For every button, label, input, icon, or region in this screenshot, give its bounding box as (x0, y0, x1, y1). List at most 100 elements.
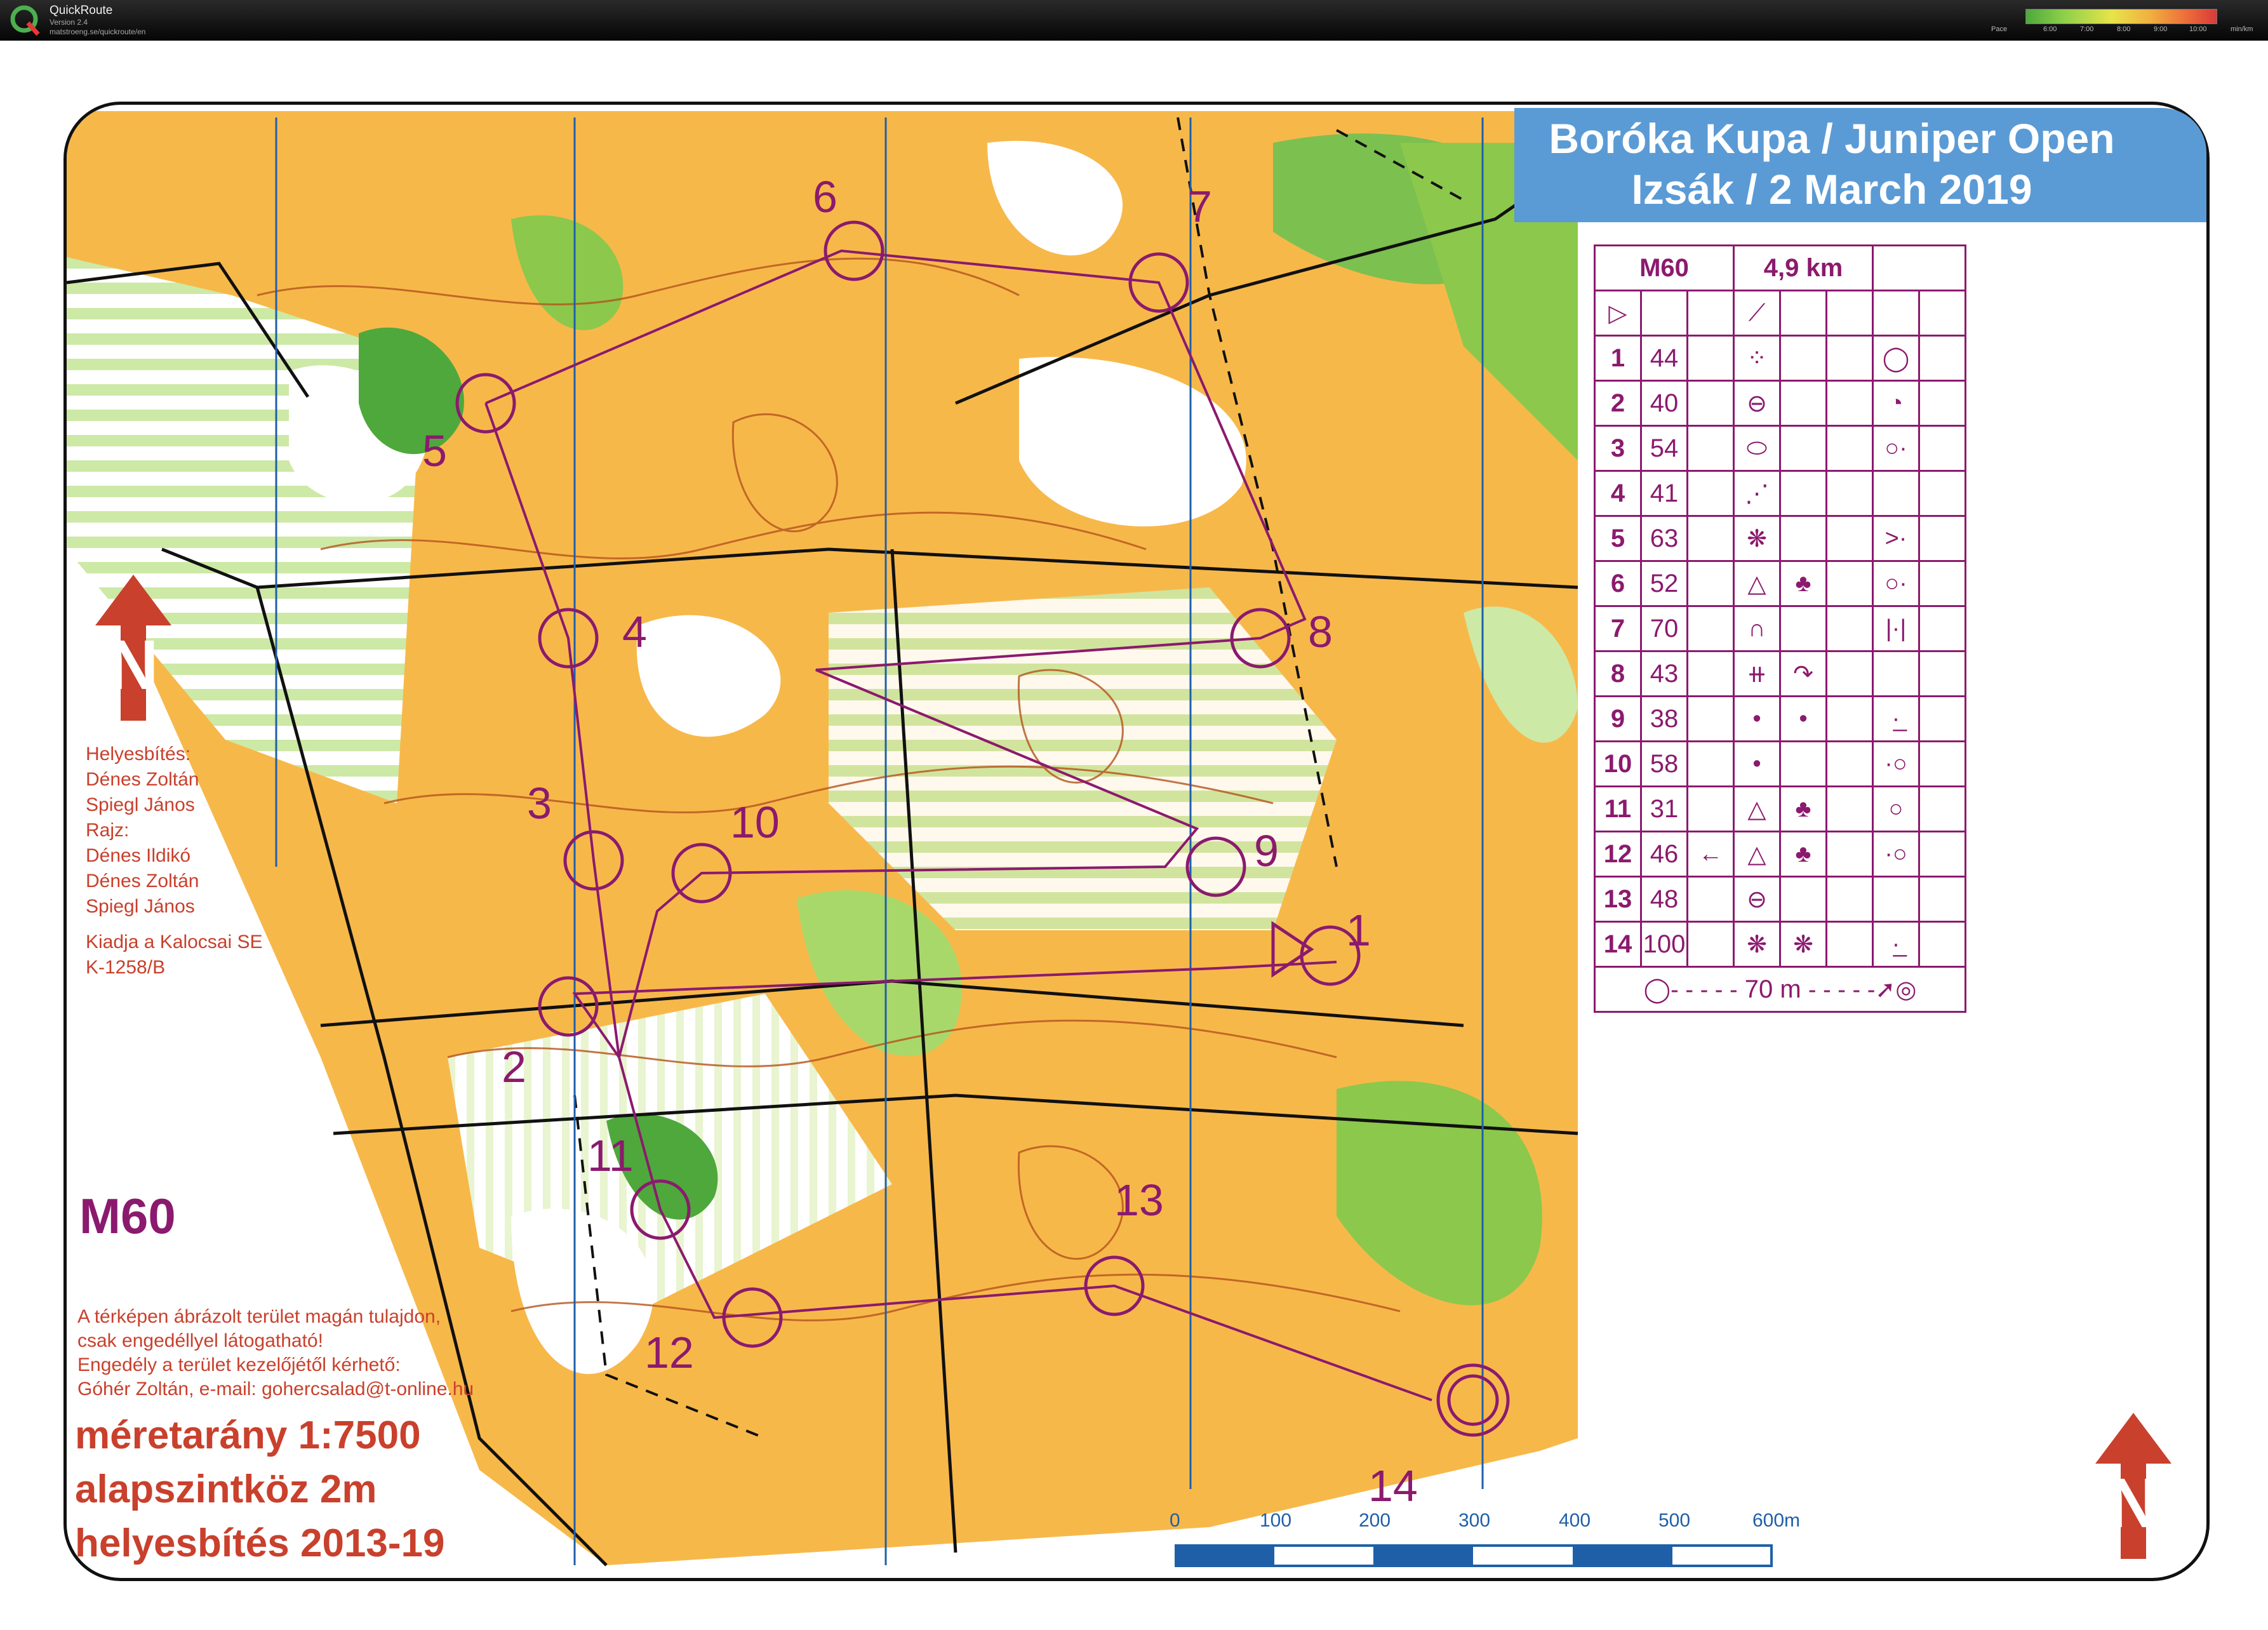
north-side-icon: ○ (1872, 785, 1920, 832)
pace-tick: 8:00 (2117, 25, 2131, 33)
description-length: 4,9 km (1733, 244, 1874, 291)
private-land-notice: A térképen ábrázolt terület magán tulajd… (77, 1305, 474, 1401)
scale-bar (1175, 1544, 1773, 1567)
control-number-8: 8 (1308, 607, 1333, 657)
app-url: matstroeng.se/quickroute/en (50, 27, 146, 36)
thicket-icon: ❋ (1733, 515, 1781, 562)
table-row: 7 70 ∩ |·| (1594, 605, 1966, 652)
elongated-knoll-icon: ⬭ (1733, 425, 1781, 472)
between-icon: |·| (1872, 605, 1920, 652)
knoll-icon: ⊖ (1733, 380, 1781, 427)
table-row: 5 63 ❋ >· (1594, 515, 1966, 562)
control-number-9: 9 (1254, 826, 1279, 876)
path-end-icon: ⟋ (1733, 290, 1781, 337)
table-row: 8 43 ⧺ ↷ (1594, 650, 1966, 697)
boulder-icon: • (1733, 740, 1781, 787)
start-triangle-icon: ▷ (1594, 290, 1642, 337)
control-number-1: 1 (1346, 905, 1371, 955)
contour-interval-text: alapszintköz 2m (75, 1467, 377, 1511)
credit-spacer (86, 919, 263, 930)
deciduous-tree-icon: ♣ (1779, 560, 1827, 607)
scale-label: 200 (1359, 1510, 1391, 1531)
map-scale-text: méretarány 1:7500 (75, 1413, 421, 1457)
table-row: ◯- - - - - 70 m - - - - -➚◎ (1594, 966, 1966, 1013)
table-row: ▷ ⟋ (1594, 290, 1966, 337)
east-side-icon: ○· (1872, 425, 1920, 472)
west-arrow-icon: ← (1686, 831, 1735, 878)
between-objects-icon: ·̲ (1872, 695, 1920, 742)
conifer-icon: △ (1733, 560, 1781, 607)
spur-icon: ∩ (1733, 605, 1781, 652)
table-row: 11 31 △ ♣ ○ (1594, 785, 1966, 832)
app-name: QuickRoute (50, 4, 113, 17)
finish-start-circle-icon: ◯- - - - - (1643, 976, 1738, 1003)
control-number-13: 13 (1114, 1175, 1164, 1225)
knoll-icon: ⊖ (1733, 876, 1781, 923)
notice-line: Engedély a terület kezelőjétől kérhető: (77, 1354, 401, 1375)
north-arrow-icon: N (95, 575, 171, 721)
pace-label: Pace (1991, 25, 2008, 33)
quickroute-logo-icon (10, 5, 40, 36)
credit-line: Rajz: (86, 820, 130, 841)
control-number-11: 11 (587, 1131, 634, 1180)
thicket-icon: ❋ (1733, 921, 1781, 968)
control-number-5: 5 (422, 426, 447, 476)
finish-circle-icon: - - - - -➚◎ (1808, 976, 1917, 1003)
finish-description: ◯- - - - - 70 m - - - - -➚◎ (1594, 966, 1966, 1013)
corner-icon: >· (1872, 515, 1920, 562)
between-objects-icon: ·̲ (1872, 921, 1920, 968)
table-row: 3 54 ⬭ ○· (1594, 425, 1966, 472)
deciduous-tree-icon: ♣ (1779, 785, 1827, 832)
svg-text:N: N (108, 626, 158, 704)
control-number-12: 12 (644, 1328, 694, 1377)
scale-label: 400 (1559, 1510, 1591, 1531)
depression-icon: ⁘ (1733, 335, 1781, 382)
fence-icon: ⧺ (1733, 650, 1781, 697)
east-side-icon: ○· (1872, 560, 1920, 607)
finish-distance: 70 m (1744, 975, 1801, 1003)
description-class: M60 (1594, 244, 1735, 291)
notice-line: A térképen ábrázolt terület magán tulajd… (77, 1306, 441, 1327)
control-number-7: 7 (1187, 182, 1212, 231)
scale-label: 0 (1170, 1510, 1180, 1531)
notice-line: Góhér Zoltán, e-mail: gohercsalad@t-onli… (77, 1379, 474, 1400)
pace-tick: 9:00 (2154, 25, 2168, 33)
pace-tick: 7:00 (2080, 25, 2094, 33)
credit-line: Spiegl János (86, 794, 195, 815)
west-side-icon: ·○ (1872, 740, 1920, 787)
control-number-3: 3 (527, 778, 552, 828)
update-years-text: helyesbítés 2013-19 (75, 1521, 445, 1565)
class-name: M60 (79, 1188, 176, 1244)
ditch-icon: ⋰ (1733, 470, 1781, 517)
scale-label: 500 (1658, 1510, 1691, 1531)
credit-line: Dénes Zoltán (86, 871, 199, 892)
scale-label: 300 (1458, 1510, 1491, 1531)
notice-line: csak engedéllyel látogatható! (77, 1330, 323, 1351)
event-header: Boróka Kupa / Juniper Open Izsák / 2 Mar… (1514, 108, 2206, 222)
boulder-icon: • (1779, 695, 1827, 742)
control-number-10: 10 (730, 798, 780, 847)
deciduous-tree-icon: ♣ (1779, 831, 1827, 878)
table-row: 14 100 ❋ ❋ ·̲ (1594, 921, 1966, 968)
pace-tick: 10:00 (2189, 25, 2207, 33)
side-icon: ◔ (1872, 380, 1920, 427)
conifer-icon: △ (1733, 785, 1781, 832)
scale-label: 100 (1260, 1510, 1292, 1531)
event-title: Boróka Kupa / Juniper Open (1549, 115, 2115, 162)
app-titlebar: QuickRoute Version 2.4 matstroeng.se/qui… (0, 0, 2268, 41)
table-row: 2 40 ⊖ ◔ (1594, 380, 1966, 427)
credit-line: Helyesbítés: (86, 744, 191, 765)
foot-icon: ◯ (1872, 335, 1920, 382)
bend-icon: ↷ (1779, 650, 1827, 697)
control-number-14: 14 (1368, 1461, 1418, 1511)
boulder-icon: • (1733, 695, 1781, 742)
table-row: 1 44 ⁘ ◯ (1594, 335, 1966, 382)
control-description-table: M60 4,9 km ▷ ⟋ 1 44 ⁘ ◯ 2 40 ⊖ ◔ 3 54 ⬭ ○· … (1594, 244, 1966, 1013)
table-row: 10 58 • ·○ (1594, 740, 1966, 787)
credit-line: Dénes Zoltán (86, 769, 199, 790)
conifer-icon: △ (1733, 831, 1781, 878)
thicket-icon: ❋ (1779, 921, 1827, 968)
pace-color-scale[interactable] (2025, 9, 2217, 24)
control-number-2: 2 (502, 1042, 526, 1092)
table-row: M60 4,9 km (1594, 244, 1966, 291)
